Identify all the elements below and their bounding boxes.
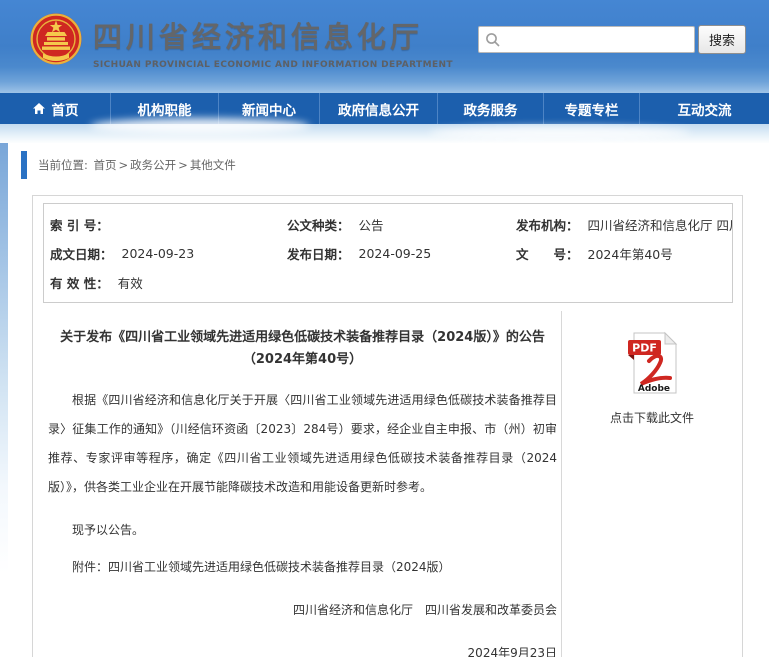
site-name: 四川省经济和信息化厅 [93,14,453,56]
meta-written-date: 成文日期： 2024-09-23 [50,239,287,268]
pdf-file-icon[interactable]: PDF Adobe [625,331,679,395]
breadcrumb-separator: > [178,158,188,172]
meta-label: 有 效 性： [50,273,109,292]
meta-label: 发布日期： [287,244,350,263]
meta-label: 文 号： [516,244,579,263]
meta-value: 2024-09-25 [359,246,432,261]
document-container: 索 引 号： 公文种类： 公告 发布机构： 四川省经济和信息化厅 四川... 成… [32,195,743,657]
nav-label: 新闻中心 [242,99,296,119]
nav-item-interaction[interactable]: 互动交流 [640,93,769,124]
article-title: 关于发布《四川省工业领域先进适用绿色低碳技术装备推荐目录（2024版）》的公告（… [50,327,555,371]
main-navigation: 首页 机构职能 新闻中心 政府信息公开 政务服务 专题专栏 互动交流 [0,93,769,124]
download-sidebar: PDF Adobe 点击下载此文件 [561,311,742,657]
breadcrumb-accent-bar [21,151,27,179]
site-name-english: SICHUAN PROVINCIAL ECONOMIC AND INFORMAT… [93,60,453,70]
search-input[interactable] [506,29,694,50]
meta-value: 2024-09-23 [122,246,195,261]
breadcrumb: 当前位置: 首页 > 政务公开 > 其他文件 [21,151,236,179]
nav-item-gov-services[interactable]: 政务服务 [438,93,544,124]
left-gradient-strip [0,143,8,573]
meta-value: 四川省经济和信息化厅 四川... [588,215,732,234]
signature-line: 四川省经济和信息化厅 四川省发展和改革委员会 [48,596,557,625]
pdf-badge-text: PDF [632,342,657,355]
nav-item-special-topics[interactable]: 专题专栏 [544,93,640,124]
meta-value: 公告 [359,215,384,234]
adobe-label-text: Adobe [638,384,670,394]
cloud-decoration [430,126,690,140]
article-body: 关于发布《四川省工业领域先进适用绿色低碳技术装备推荐目录（2024版）》的公告（… [33,311,561,657]
meta-document-type: 公文种类： 公告 [287,210,516,239]
nav-label: 政府信息公开 [338,99,419,119]
meta-issuing-agency: 发布机构： 四川省经济和信息化厅 四川... [516,210,732,239]
document-date: 2024年9月23日 [48,639,557,657]
nav-label: 专题专栏 [565,99,619,119]
meta-value: 有效 [118,273,143,292]
breadcrumb-item-home[interactable]: 首页 [94,157,117,173]
site-title-block: 四川省经济和信息化厅 SICHUAN PROVINCIAL ECONOMIC A… [93,14,453,70]
clouds-strip [0,124,769,143]
search-button[interactable]: 搜索 [698,25,746,54]
search-box[interactable] [478,26,695,53]
cloud-decoration [90,118,310,134]
meta-label: 发布机构： [516,215,579,234]
header-banner: 四川省经济和信息化厅 SICHUAN PROVINCIAL ECONOMIC A… [0,0,769,93]
content-area: 当前位置: 首页 > 政务公开 > 其他文件 索 引 号： 公文种类： 公告 [0,143,769,658]
download-file-label[interactable]: 点击下载此文件 [562,409,742,426]
meta-label: 索 引 号： [50,215,109,234]
meta-publish-date: 发布日期： 2024-09-25 [287,239,516,268]
meta-label: 公文种类： [287,215,350,234]
page-root: 四川省经济和信息化厅 SICHUAN PROVINCIAL ECONOMIC A… [0,0,769,658]
nav-item-home[interactable]: 首页 [0,93,111,124]
magnifier-icon [485,32,501,48]
breadcrumb-item-other-documents[interactable]: 其他文件 [190,157,236,173]
nav-label: 互动交流 [678,99,732,119]
breadcrumb-separator: > [119,158,129,172]
nav-label: 首页 [52,99,79,119]
article-paragraph: 根据《四川省经济和信息化厅关于开展〈四川省工业领域先进适用绿色低碳技术装备推荐目… [48,386,557,502]
nav-item-gov-info-disclosure[interactable]: 政府信息公开 [320,93,438,124]
meta-validity: 有 效 性： 有效 [50,268,287,297]
meta-label: 成文日期： [50,244,113,263]
meta-index-number: 索 引 号： [50,210,287,239]
attachment-line[interactable]: 附件：四川省工业领域先进适用绿色低碳技术装备推荐目录（2024版） [48,553,557,582]
meta-value: 2024年第40号 [588,244,673,263]
meta-document-number: 文 号： 2024年第40号 [516,239,732,268]
breadcrumb-item-gov-disclosure[interactable]: 政务公开 [130,157,176,173]
national-emblem-logo [29,12,83,66]
article-paragraph: 现予以公告。 [48,516,557,545]
nav-label: 政务服务 [464,99,518,119]
breadcrumb-prefix: 当前位置: [38,157,92,173]
document-metadata-table: 索 引 号： 公文种类： 公告 发布机构： 四川省经济和信息化厅 四川... 成… [43,203,733,303]
pdf-download-link[interactable]: PDF Adobe [625,331,679,399]
nav-label: 机构职能 [138,99,192,119]
home-icon [32,102,46,115]
